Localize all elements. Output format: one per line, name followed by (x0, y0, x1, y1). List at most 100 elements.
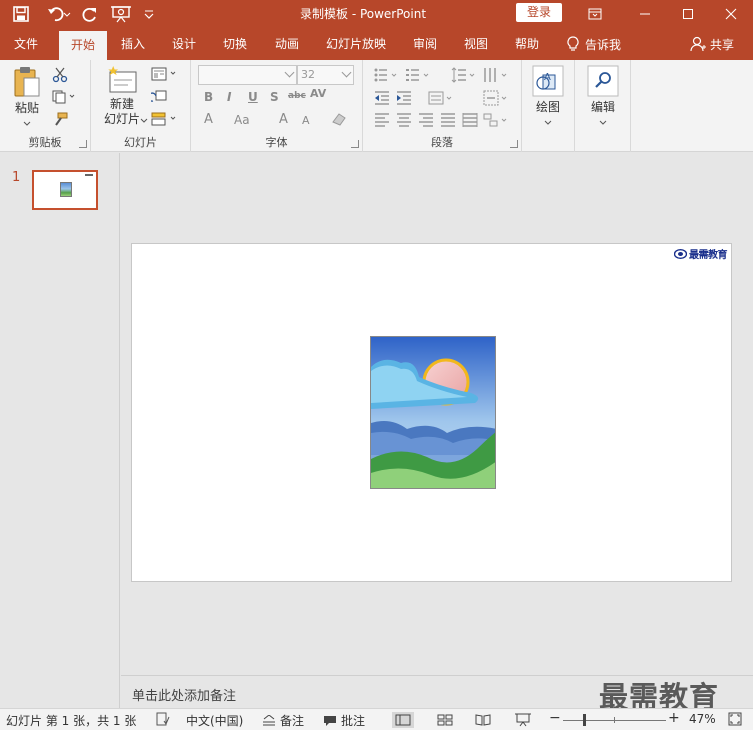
slide-thumbnail[interactable] (32, 170, 98, 210)
paragraph-group: 段落 (363, 60, 522, 152)
close-button[interactable] (714, 0, 748, 28)
landscape-picture[interactable] (370, 336, 496, 489)
zoom-out-button[interactable]: − (549, 710, 561, 726)
align-right-icon[interactable] (418, 113, 434, 127)
spelling-check-button[interactable] (156, 712, 170, 726)
text-direction-icon[interactable] (428, 91, 454, 105)
redo-button[interactable] (80, 0, 100, 28)
slide-number: 1 (12, 170, 21, 185)
lightbulb-icon (567, 36, 579, 51)
format-painter-button[interactable] (52, 112, 68, 131)
slide-canvas[interactable]: 最需教育 (131, 243, 732, 582)
bold-button[interactable]: B (204, 90, 213, 104)
tab-view[interactable]: 视图 (454, 28, 498, 60)
tab-animations[interactable]: 动画 (265, 28, 309, 60)
justify-icon[interactable] (440, 113, 456, 127)
character-spacing-button[interactable]: AV (310, 87, 326, 100)
login-button[interactable]: 登录 (516, 3, 562, 22)
align-center-icon[interactable] (396, 113, 412, 127)
font-dialog-launcher[interactable] (351, 140, 359, 148)
editing-button[interactable]: 编辑 (585, 65, 621, 131)
font-size-value: 32 (301, 68, 315, 81)
save-button[interactable] (10, 0, 32, 28)
start-from-beginning-button[interactable] (110, 0, 132, 28)
copy-button[interactable] (52, 90, 76, 107)
numbering-icon[interactable] (406, 68, 432, 82)
maximize-button[interactable] (671, 0, 705, 28)
new-slide-button[interactable]: 新建 幻灯片 (98, 66, 146, 134)
comments-button[interactable]: 批注 (323, 712, 365, 729)
slideshow-view-button[interactable] (512, 712, 534, 728)
tab-transitions[interactable]: 切换 (214, 28, 256, 60)
slides-group-label: 幻灯片 (124, 136, 157, 149)
italic-button[interactable]: I (227, 90, 231, 104)
notes-placeholder[interactable]: 单击此处添加备注 (132, 685, 236, 704)
strikethrough-icon: abc (288, 91, 306, 101)
undo-button[interactable] (46, 0, 72, 28)
line-spacing-icon[interactable] (451, 67, 477, 83)
shadow-button[interactable]: S (270, 90, 279, 104)
change-case-button[interactable]: Aa (234, 113, 250, 127)
bullets-icon[interactable] (374, 68, 400, 82)
reset-slide-button[interactable] (147, 90, 167, 107)
font-name-combo[interactable] (198, 65, 297, 85)
section-button[interactable] (151, 112, 179, 129)
share-button[interactable]: 共享 (690, 28, 734, 60)
normal-view-button[interactable] (392, 712, 414, 728)
minimize-button[interactable] (628, 0, 662, 28)
increase-font-button[interactable]: A (279, 112, 288, 127)
drawing-button[interactable]: A 绘图 (530, 65, 566, 131)
paragraph-dialog-launcher[interactable] (510, 140, 518, 148)
zoom-level[interactable]: 47% (689, 712, 716, 726)
layout-button[interactable] (151, 67, 179, 84)
font-size-combo[interactable]: 32 (297, 65, 354, 85)
decrease-font-button[interactable]: A (302, 114, 310, 127)
align-text-icon[interactable] (483, 90, 509, 106)
eraser-icon (332, 113, 346, 126)
paste-button[interactable]: 粘贴 (9, 66, 45, 126)
distributed-icon[interactable] (462, 113, 478, 127)
tab-file[interactable]: 文件 (6, 28, 46, 60)
zoom-in-button[interactable]: + (668, 710, 680, 726)
columns-icon[interactable] (483, 67, 509, 83)
clipboard-dialog-launcher[interactable] (79, 140, 87, 148)
notes-toggle-label: 备注 (280, 714, 305, 728)
tab-insert[interactable]: 插入 (112, 28, 154, 60)
notes-pane[interactable]: 单击此处添加备注 最需教育 (121, 675, 753, 714)
chevron-down-icon (140, 118, 148, 123)
zoom-slider-thumb[interactable] (583, 714, 586, 726)
document-title: 录制模板 - PowerPoint (300, 7, 427, 21)
underline-button[interactable]: U (248, 90, 258, 104)
scissors-icon (52, 67, 68, 83)
font-color-button[interactable]: A (204, 112, 213, 127)
clear-formatting-button[interactable] (331, 112, 347, 129)
smartart-icon[interactable] (483, 112, 509, 128)
tab-home[interactable]: 开始 (59, 31, 107, 60)
align-left-icon[interactable] (374, 113, 390, 127)
notes-toggle-button[interactable]: 备注 (262, 712, 304, 729)
decrease-indent-icon[interactable] (374, 91, 390, 105)
paintbrush-icon (55, 112, 68, 126)
tab-review[interactable]: 审阅 (404, 28, 446, 60)
slide-sorter-view-button[interactable] (434, 712, 456, 728)
language-indicator[interactable]: 中文(中国) (186, 712, 243, 729)
customize-toolbar-button[interactable] (142, 0, 156, 28)
thumbnail-logo (85, 174, 93, 176)
font-group-label: 字体 (265, 136, 288, 149)
book-icon (475, 714, 491, 726)
cut-button[interactable] (52, 67, 68, 86)
strikethrough-button[interactable]: abc (288, 91, 306, 101)
minimize-icon (640, 13, 650, 15)
ribbon-tabs: 文件 开始 插入 设计 切换 动画 幻灯片放映 审阅 视图 帮助 告诉我 共享 (0, 28, 753, 60)
chevron-down-icon (599, 120, 607, 125)
fit-to-window-button[interactable] (728, 712, 742, 726)
reading-view-button[interactable] (472, 712, 494, 728)
tab-help[interactable]: 帮助 (505, 28, 549, 60)
tab-slideshow[interactable]: 幻灯片放映 (320, 28, 392, 60)
tell-me-label: 告诉我 (585, 37, 622, 52)
ribbon-display-options-button[interactable] (578, 0, 612, 28)
tell-me-box[interactable]: 告诉我 (567, 28, 621, 60)
slideshow-icon (515, 713, 531, 727)
increase-indent-icon[interactable] (396, 91, 412, 105)
tab-design[interactable]: 设计 (163, 28, 205, 60)
